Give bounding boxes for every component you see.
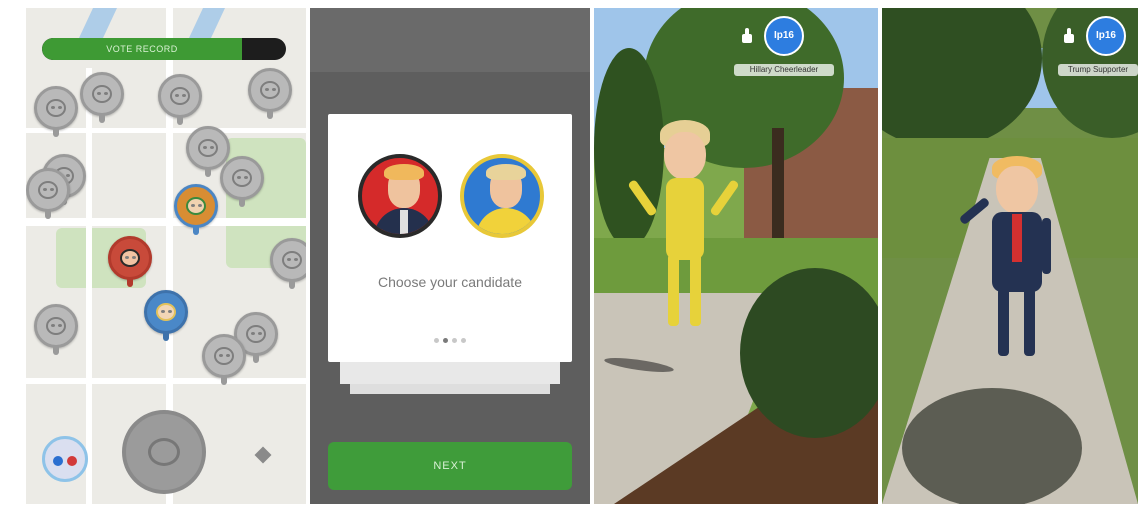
suit-icon xyxy=(476,208,536,234)
clinton-ar-figure[interactable] xyxy=(624,120,744,340)
face-icon xyxy=(38,181,58,199)
hair-icon xyxy=(384,164,424,180)
face-icon xyxy=(282,251,302,269)
map-pin-icon[interactable] xyxy=(248,68,292,119)
tree xyxy=(882,8,1042,148)
map-pin-icon[interactable] xyxy=(186,126,230,177)
top-bar xyxy=(310,8,590,72)
candidate-chooser-screen: Choose your candidate NEXT xyxy=(310,8,590,504)
page-dot xyxy=(452,338,457,343)
arm xyxy=(1042,218,1051,274)
face-icon xyxy=(198,139,218,157)
glasses-icon xyxy=(53,456,63,466)
user-avatar-icon[interactable] xyxy=(42,436,88,482)
bush xyxy=(740,268,878,438)
ar-camera-screen-clinton: Ip16 Hillary Cheerleader xyxy=(594,8,878,504)
map-pin-icon[interactable] xyxy=(26,168,70,219)
face-icon xyxy=(232,169,252,187)
face-icon xyxy=(148,438,180,466)
body xyxy=(666,178,704,260)
map-road xyxy=(26,128,306,133)
map-pin-icon[interactable] xyxy=(158,74,202,125)
map-water xyxy=(79,8,117,38)
user-badge[interactable]: Ip16 xyxy=(764,16,804,56)
page-dot xyxy=(434,338,439,343)
face-icon xyxy=(92,85,112,103)
leg xyxy=(1024,288,1035,356)
tie-icon xyxy=(1012,214,1022,262)
leg xyxy=(998,288,1009,356)
thumbs-up-icon[interactable] xyxy=(740,28,754,44)
leg xyxy=(690,254,701,326)
arm xyxy=(958,196,991,226)
vote-progress-label: VOTE RECORD xyxy=(106,44,178,54)
map-pin-icon[interactable] xyxy=(220,156,264,207)
map-pin-icon[interactable] xyxy=(80,72,124,123)
trump-candidate-button[interactable] xyxy=(358,154,442,238)
hair-icon xyxy=(486,164,526,180)
username-text: Trump Supporter xyxy=(1067,65,1129,74)
user-badge[interactable]: Ip16 xyxy=(1086,16,1126,56)
page-dot xyxy=(461,338,466,343)
head-icon xyxy=(664,132,706,180)
map-pin-icon[interactable] xyxy=(34,86,78,137)
head-icon xyxy=(996,166,1038,214)
trump-map-pin-icon[interactable] xyxy=(108,236,152,287)
face-icon xyxy=(186,197,206,215)
face-icon xyxy=(46,317,66,335)
arm xyxy=(709,179,740,217)
mixed-map-pin-icon[interactable] xyxy=(174,184,218,235)
vote-progress-bar: VOTE RECORD xyxy=(42,38,286,60)
page-dot xyxy=(443,338,448,343)
locate-icon[interactable] xyxy=(252,444,274,466)
next-button[interactable]: NEXT xyxy=(328,442,572,490)
leg xyxy=(668,254,679,326)
foliage-shadow xyxy=(902,388,1082,504)
choose-candidate-text: Choose your candidate xyxy=(378,274,522,290)
face-icon xyxy=(46,99,66,117)
username-label: Trump Supporter xyxy=(1058,64,1138,76)
clinton-candidate-button[interactable] xyxy=(460,154,544,238)
map-pin-icon[interactable] xyxy=(202,334,246,385)
page-indicator xyxy=(328,330,572,348)
face-icon xyxy=(260,81,280,99)
map-water xyxy=(189,8,225,38)
thumbs-up-icon[interactable] xyxy=(1062,28,1076,44)
clinton-map-pin-icon[interactable] xyxy=(144,290,188,341)
arm xyxy=(627,179,658,217)
face-icon xyxy=(170,87,190,105)
candidate-card: Choose your candidate xyxy=(328,114,572,362)
face-icon xyxy=(156,303,176,321)
trump-ar-figure[interactable] xyxy=(956,156,1076,366)
map-pin-icon[interactable] xyxy=(122,410,206,494)
tie-icon xyxy=(400,210,408,234)
map-road xyxy=(86,68,92,504)
face-icon xyxy=(246,325,266,343)
ar-camera-screen-trump: Ip16 Trump Supporter xyxy=(882,8,1138,504)
username-label: Hillary Cheerleader xyxy=(734,64,834,76)
map-screen: VOTE RECORD xyxy=(26,8,306,504)
map-pin-icon[interactable] xyxy=(270,238,306,289)
face-icon xyxy=(120,249,140,267)
screenshot-collage: VOTE RECORD Choose your candidate NEXT I… xyxy=(0,0,1138,507)
map-road xyxy=(26,378,306,384)
face-icon xyxy=(214,347,234,365)
username-text: Hillary Cheerleader xyxy=(749,65,819,74)
map-pin-icon[interactable] xyxy=(34,304,78,355)
